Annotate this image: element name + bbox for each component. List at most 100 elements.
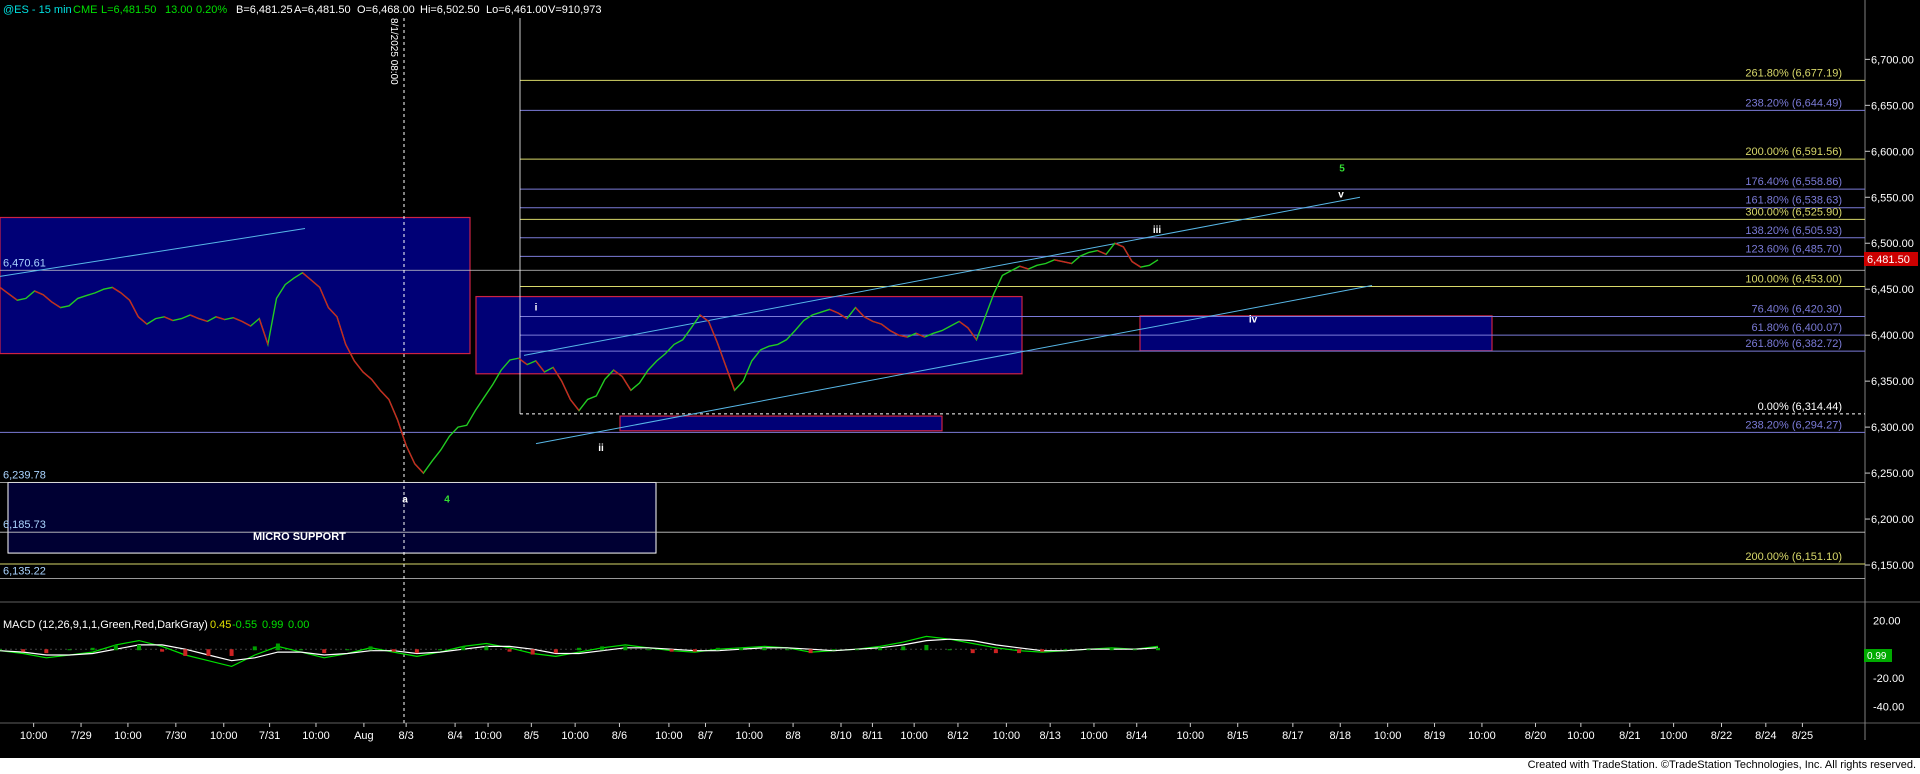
price-tick-label: 6,550.00: [1871, 192, 1914, 204]
header-pct: 0.20%: [196, 4, 227, 16]
price-segment-down: [1054, 259, 1064, 263]
zone-box-wave-iv: [1139, 315, 1493, 352]
macd-histogram-bar: [808, 649, 813, 654]
macd-tick-label: -20.00: [1873, 673, 1904, 685]
macd-histogram-bar: [577, 647, 581, 651]
price-segment-down: [388, 399, 399, 421]
fib-level-label: 238.20% (6,644.49): [1745, 97, 1842, 109]
macd-histogram-bar: [1156, 647, 1160, 651]
header-ask: A=6,481.50: [294, 4, 351, 16]
time-tick-label: 8/20: [1525, 730, 1546, 742]
time-tick-label: 10:00: [655, 730, 683, 742]
footer-bar: Created with TradeStation. ©TradeStation…: [0, 758, 1920, 774]
time-tick-label: 8/13: [1039, 730, 1060, 742]
macd-histogram-bar: [970, 649, 975, 654]
price-tick-label: 6,400.00: [1871, 330, 1914, 342]
price-segment-down: [1122, 246, 1133, 262]
macd-histogram-bar: [484, 646, 489, 651]
left-level-label: 6,185.73: [3, 519, 46, 531]
fib-level-label: 176.40% (6,558.86): [1745, 176, 1842, 188]
fib-level-label: 100.00% (6,453.00): [1745, 273, 1842, 285]
header-change: 13.00: [165, 4, 193, 16]
vline-date-label: 8/1/2025 08:00: [388, 18, 399, 85]
macd-histogram-bar: [739, 647, 744, 651]
macd-histogram-bar: [252, 646, 257, 651]
price-segment-down: [621, 376, 632, 391]
macd-histogram-bar: [438, 649, 443, 651]
time-tick-label: 8/24: [1755, 730, 1776, 742]
time-tick-label: 10:00: [1660, 730, 1688, 742]
price-tick-label: 6,300.00: [1871, 422, 1914, 434]
macd-series-line: [0, 635, 1159, 668]
price-tick-label: 6,600.00: [1871, 146, 1914, 158]
fib-level-label: 138.20% (6,505.93): [1745, 225, 1842, 237]
fib-level-label: 238.20% (6,294.27): [1745, 419, 1842, 431]
macd-histogram-bar: [299, 649, 304, 651]
macd-readout-4: 0.00: [288, 619, 309, 631]
time-tick-label: 10:00: [561, 730, 589, 742]
price-tick-label: 6,200.00: [1871, 514, 1914, 526]
macd-histogram-bar: [623, 646, 628, 651]
macd-histogram-bar: [90, 647, 95, 651]
macd-histogram-bar: [553, 649, 558, 654]
fib-level-label: 76.40% (6,420.30): [1751, 304, 1842, 316]
header-high: Hi=6,502.50: [420, 4, 480, 16]
macd-histogram-bar: [669, 649, 674, 652]
macd-last-tag: 0.99: [1867, 651, 1887, 662]
time-tick-label: 8/7: [698, 730, 713, 742]
price-segment-down: [1062, 260, 1072, 265]
left-level-label: 6,135.22: [3, 566, 46, 578]
price-tick-label: 6,450.00: [1871, 284, 1914, 296]
macd-histogram-bar: [1040, 649, 1045, 652]
macd-histogram-bar: [947, 649, 952, 651]
macd-histogram-bar: [1063, 649, 1068, 651]
macd-histogram-bar: [113, 644, 118, 651]
macd-histogram-bar: [785, 649, 790, 651]
macd-histogram-bar: [461, 646, 466, 651]
macd-histogram-bar: [21, 649, 26, 652]
time-tick-label: 8/22: [1711, 730, 1732, 742]
price-segment-down: [1131, 261, 1142, 268]
price-axis: 6,700.00 6,650.00 6,600.00 6,550.00 6,500.00…: [1865, 54, 1914, 714]
price-segment-down: [371, 378, 381, 391]
macd-histogram-bar: [854, 649, 859, 651]
macd-histogram-bar: [368, 646, 373, 651]
time-tick-label: 8/4: [447, 730, 462, 742]
time-tick-label: 7/29: [70, 730, 91, 742]
micro-support-label: MICRO SUPPORT: [253, 531, 346, 543]
price-segment-down: [1097, 249, 1107, 255]
wave-label: v: [1338, 189, 1344, 200]
price-segment-down: [414, 463, 424, 474]
macd-histogram-bar: [692, 649, 697, 652]
time-tick-label: 8/3: [398, 730, 413, 742]
time-tick-label: 8/21: [1619, 730, 1640, 742]
time-tick-label: 8/6: [612, 730, 627, 742]
time-tick-label: 10:00: [302, 730, 330, 742]
wave-label: 5: [1339, 164, 1345, 175]
macd-histogram-bar: [1017, 649, 1022, 654]
left-level-label: 6,470.61: [3, 257, 46, 269]
header-symbol: @ES - 15 min: [3, 4, 72, 16]
header-exchange: CME: [73, 4, 97, 16]
time-tick-label: 10:00: [1468, 730, 1496, 742]
header-bid: B=6,481.25: [236, 4, 293, 16]
time-tick-label: 10:00: [1177, 730, 1205, 742]
macd-histogram-bar: [345, 649, 350, 651]
time-tick-label: 8/14: [1126, 730, 1147, 742]
price-tick-label: 6,700.00: [1871, 54, 1914, 66]
time-tick-label: 8/25: [1792, 730, 1813, 742]
price-segment-down: [353, 360, 364, 373]
time-tick-label: 8/5: [524, 730, 539, 742]
zone-boxes: [0, 216, 1493, 554]
time-tick-label: 8/12: [947, 730, 968, 742]
macd-histogram-bar: [67, 649, 72, 651]
time-tick-label: 8/10: [830, 730, 851, 742]
price-segment-down: [405, 445, 416, 465]
time-tick-label: Aug: [354, 730, 374, 742]
wave-label: a: [402, 495, 408, 506]
time-tick-label: 7/30: [165, 730, 186, 742]
time-tick-label: 10:00: [736, 730, 764, 742]
chart-canvas: 261.80% (6,677.19) 238.20% (6,644.49) 200.…: [0, 0, 1920, 742]
price-segment-down: [362, 371, 373, 380]
macd-histogram-bar: [924, 644, 929, 651]
